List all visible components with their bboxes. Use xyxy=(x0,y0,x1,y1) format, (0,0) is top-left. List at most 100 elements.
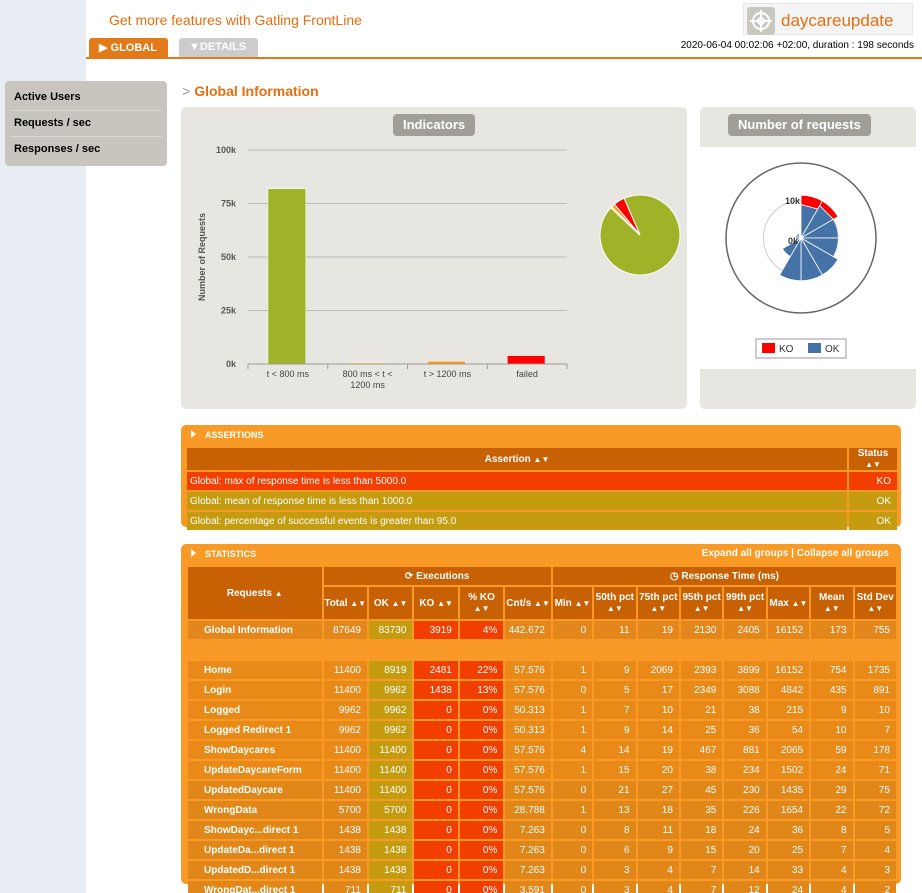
stat-cell: 5 xyxy=(854,821,896,839)
stat-cell: 1438 xyxy=(323,841,367,859)
request-row[interactable]: UpdateDa...direct 1 1438 1438 0 0% 7.263 0 6 9 15… xyxy=(188,841,896,859)
assertion-row: Global: percentage of successful events … xyxy=(187,512,897,530)
request-row[interactable]: Logged Redirect 1 9962 9962 0 0% 50.313 1 9 14 25… xyxy=(188,721,896,739)
request-row[interactable]: Logged 9962 9962 0 0% 50.313 1 7 10 21 38 215 9 10 xyxy=(188,701,896,719)
stat-cell: 57.576 xyxy=(505,761,551,779)
request-row[interactable]: ShowDaycares 11400 11400 0 0% 57.576 4 14 19 467 8… xyxy=(188,741,896,759)
request-row[interactable]: ShowDayc...direct 1 1438 1438 0 0% 7.263 0 8 11 1… xyxy=(188,821,896,839)
column-header[interactable]: Std Dev ▲▼ xyxy=(854,587,896,619)
column-header[interactable]: Mean ▲▼ xyxy=(811,587,853,619)
y-axis-label: Number of Requests xyxy=(197,213,207,301)
executions-group-header: ⟳ Executions xyxy=(323,567,551,585)
column-header[interactable]: 99th pct ▲▼ xyxy=(724,587,766,619)
stat-cell: 57.576 xyxy=(505,681,551,699)
stat-cell: 83730 xyxy=(368,621,413,639)
expand-all-groups-link[interactable]: Expand all groups xyxy=(702,548,789,559)
global-information-row[interactable]: Global Information 87649 83730 3919 4% 442.67… xyxy=(188,621,896,639)
stat-cell: 19 xyxy=(637,621,679,639)
sidebar-item-active-users[interactable]: Active Users xyxy=(10,85,162,111)
stat-cell: 11400 xyxy=(368,781,413,799)
assertion-column-header[interactable]: Assertion ▲▼ xyxy=(187,448,847,470)
sort-icon: ▲▼ xyxy=(737,604,753,613)
sort-icon: ▲▼ xyxy=(533,454,550,464)
column-header[interactable]: Max ▲▼ xyxy=(767,587,810,619)
sort-icon: ▲▼ xyxy=(574,598,591,608)
legend-ok-swatch xyxy=(808,343,821,353)
stat-cell: 11400 xyxy=(323,741,367,759)
stat-cell: 10 xyxy=(811,721,853,739)
column-header[interactable]: 95th pct ▲▼ xyxy=(680,587,723,619)
request-row[interactable]: Login 11400 9962 1438 13% 57.576 0 5 17 2349 3088 4… xyxy=(188,681,896,699)
request-row[interactable]: WrongData 5700 5700 0 0% 28.788 1 13 18 35 226 1654… xyxy=(188,801,896,819)
collapse-all-groups-link[interactable]: Collapse all groups xyxy=(797,548,889,559)
stat-cell: 19 xyxy=(637,741,679,759)
stat-cell: 7 xyxy=(594,701,636,719)
tab-details-label: DETAILS xyxy=(199,41,247,53)
assertion-status: OK xyxy=(849,492,897,510)
stat-cell: 20 xyxy=(724,841,766,859)
request-row[interactable]: WrongDat...direct 1 711 711 0 0% 3.591 0 3 4 7 12 2… xyxy=(188,881,896,893)
simulation-name: daycareupdate xyxy=(781,11,894,30)
column-header[interactable]: Cnt/s ▲▼ xyxy=(505,587,551,619)
y-tick-label: 25k xyxy=(221,306,237,316)
sidebar-item-responses-sec[interactable]: Responses / sec xyxy=(10,137,162,163)
request-row[interactable]: UpdatedDaycare 11400 11400 0 0% 57.576 0 21 27 45… xyxy=(188,781,896,799)
stat-cell: 3 xyxy=(594,861,636,879)
stat-cell: 13 xyxy=(594,801,636,819)
column-header[interactable]: OK ▲▼ xyxy=(368,587,413,619)
column-header[interactable]: % KO ▲▼ xyxy=(459,587,504,619)
stat-cell: 12 xyxy=(724,881,766,893)
stat-cell: 1 xyxy=(552,801,593,819)
stat-cell: 3919 xyxy=(414,621,458,639)
brand-logo[interactable]: daycareupdate xyxy=(743,3,913,35)
chevron-right-icon: > xyxy=(182,83,191,99)
stat-cell: 1502 xyxy=(767,761,810,779)
stat-cell: 1 xyxy=(552,661,593,679)
statistics-table: Requests ▲ ⟳ Executions ◷ Response Time … xyxy=(186,565,898,893)
frontline-promo-link[interactable]: Get more features with Gatling FrontLine xyxy=(109,12,362,28)
stat-cell: 16152 xyxy=(767,621,810,639)
stat-cell: 0 xyxy=(414,701,458,719)
assertions-header[interactable]: ASSERTIONS xyxy=(191,430,264,440)
column-header[interactable]: 75th pct ▲▼ xyxy=(637,587,679,619)
request-row[interactable]: UpdatedD...direct 1 1438 1438 0 0% 7.263 0 3 4 7 1… xyxy=(188,861,896,879)
assertions-header-label: ASSERTIONS xyxy=(205,430,264,440)
column-header[interactable]: 50th pct ▲▼ xyxy=(594,587,636,619)
column-header-label: % KO xyxy=(468,592,495,603)
stat-cell: 25 xyxy=(767,841,810,859)
stat-cell: 0 xyxy=(414,741,458,759)
request-name: ShowDaycares xyxy=(188,741,322,759)
stat-cell: 234 xyxy=(724,761,766,779)
request-row[interactable]: Home 11400 8919 2481 22% 57.576 1 9 2069 2393 3899… xyxy=(188,661,896,679)
assertion-row: Global: mean of response time is less th… xyxy=(187,492,897,510)
sidebar-item-requests-sec[interactable]: Requests / sec xyxy=(10,111,162,137)
stat-cell: 13% xyxy=(459,681,504,699)
stat-cell: 16152 xyxy=(767,661,810,679)
legend-ko-swatch xyxy=(762,343,775,353)
request-row[interactable]: UpdateDaycareForm 11400 11400 0 0% 57.576 1 15 2… xyxy=(188,761,896,779)
column-header-label: Std Dev xyxy=(856,592,894,603)
stat-cell: 54 xyxy=(767,721,810,739)
request-name: Login xyxy=(188,681,322,699)
statistics-header[interactable]: STATISTICS xyxy=(191,549,256,559)
x-tick-label: 1200 ms xyxy=(350,380,385,390)
column-header[interactable]: Total ▲▼ xyxy=(323,587,367,619)
stat-cell: 0% xyxy=(459,761,504,779)
requests-column-header[interactable]: Requests ▲ xyxy=(188,567,322,619)
stat-cell: 3 xyxy=(594,881,636,893)
stat-cell: 1438 xyxy=(323,821,367,839)
tab-details[interactable]: ▼DETAILS xyxy=(179,38,258,57)
polar-tick-label: 10k xyxy=(785,196,801,206)
stat-cell: 435 xyxy=(811,681,853,699)
column-header[interactable]: KO ▲▼ xyxy=(414,587,458,619)
stat-cell: 2069 xyxy=(637,661,679,679)
status-column-header[interactable]: Status ▲▼ xyxy=(849,448,897,470)
stat-cell: 8 xyxy=(594,821,636,839)
y-tick-label: 75k xyxy=(221,199,237,209)
tab-global[interactable]: ▶ GLOBAL xyxy=(89,38,168,57)
executions-icon: ⟳ xyxy=(404,570,414,582)
stat-cell: 0 xyxy=(414,761,458,779)
stat-cell: 29 xyxy=(811,781,853,799)
column-header[interactable]: Min ▲▼ xyxy=(552,587,593,619)
stat-cell: 754 xyxy=(811,661,853,679)
